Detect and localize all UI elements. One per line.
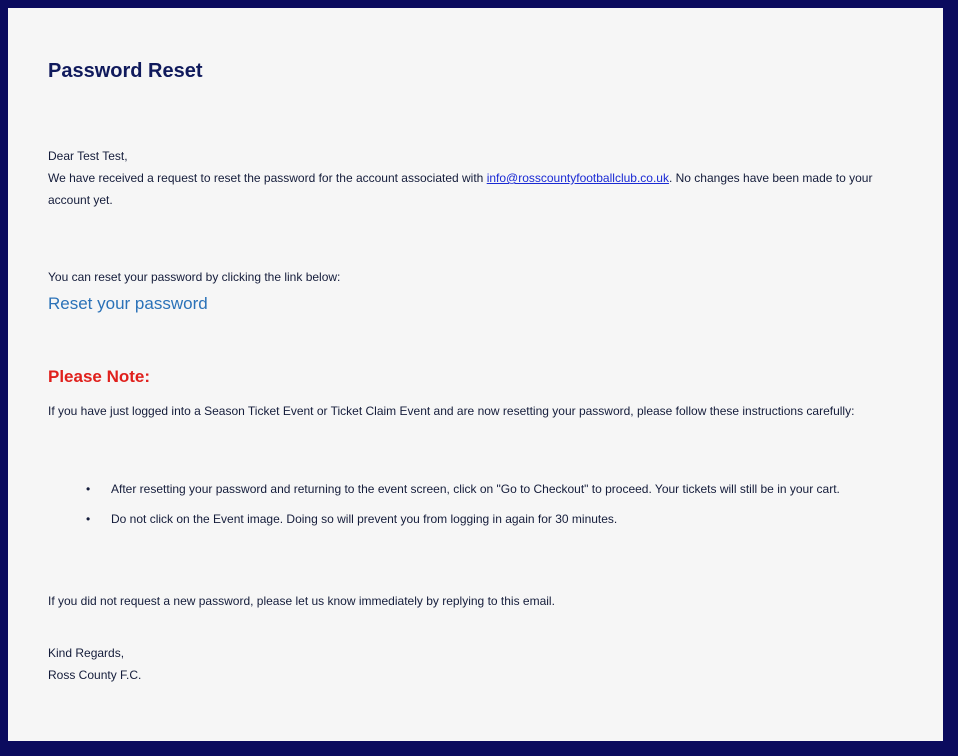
signature-text: Ross County F.C. (48, 668, 142, 682)
signature-block: Kind Regards, Ross County F.C. (48, 642, 915, 686)
note-heading: Please Note: (48, 367, 151, 386)
email-card: Password Reset Dear Test Test, We have r… (8, 8, 943, 741)
list-item: • Do not click on the Event image. Doing… (48, 508, 915, 530)
note-text: If you have just logged into a Season Ti… (48, 404, 855, 418)
instructions-list: • After resetting your password and retu… (48, 478, 915, 538)
email-title: Password Reset (48, 60, 203, 82)
instruction-text: Do not click on the Event image. Doing s… (111, 512, 618, 526)
intro-text-start: We have received a request to reset the … (48, 171, 487, 185)
account-email-link[interactable]: info@rosscountyfootballclub.co.uk (487, 171, 669, 185)
reset-instruction: You can reset your password by clicking … (48, 270, 341, 284)
greeting-paragraph: Dear Test Test, We have received a reque… (48, 145, 915, 211)
instruction-text: After resetting your password and return… (111, 482, 840, 496)
list-item: • After resetting your password and retu… (48, 478, 915, 500)
reset-password-link[interactable]: Reset your password (48, 294, 208, 314)
signoff-text: Kind Regards, (48, 646, 125, 660)
bullet-icon: • (86, 482, 91, 496)
greeting-text: Dear Test Test, (48, 149, 128, 163)
not-requested-text: If you did not request a new password, p… (48, 594, 555, 608)
bullet-icon: • (86, 512, 91, 526)
